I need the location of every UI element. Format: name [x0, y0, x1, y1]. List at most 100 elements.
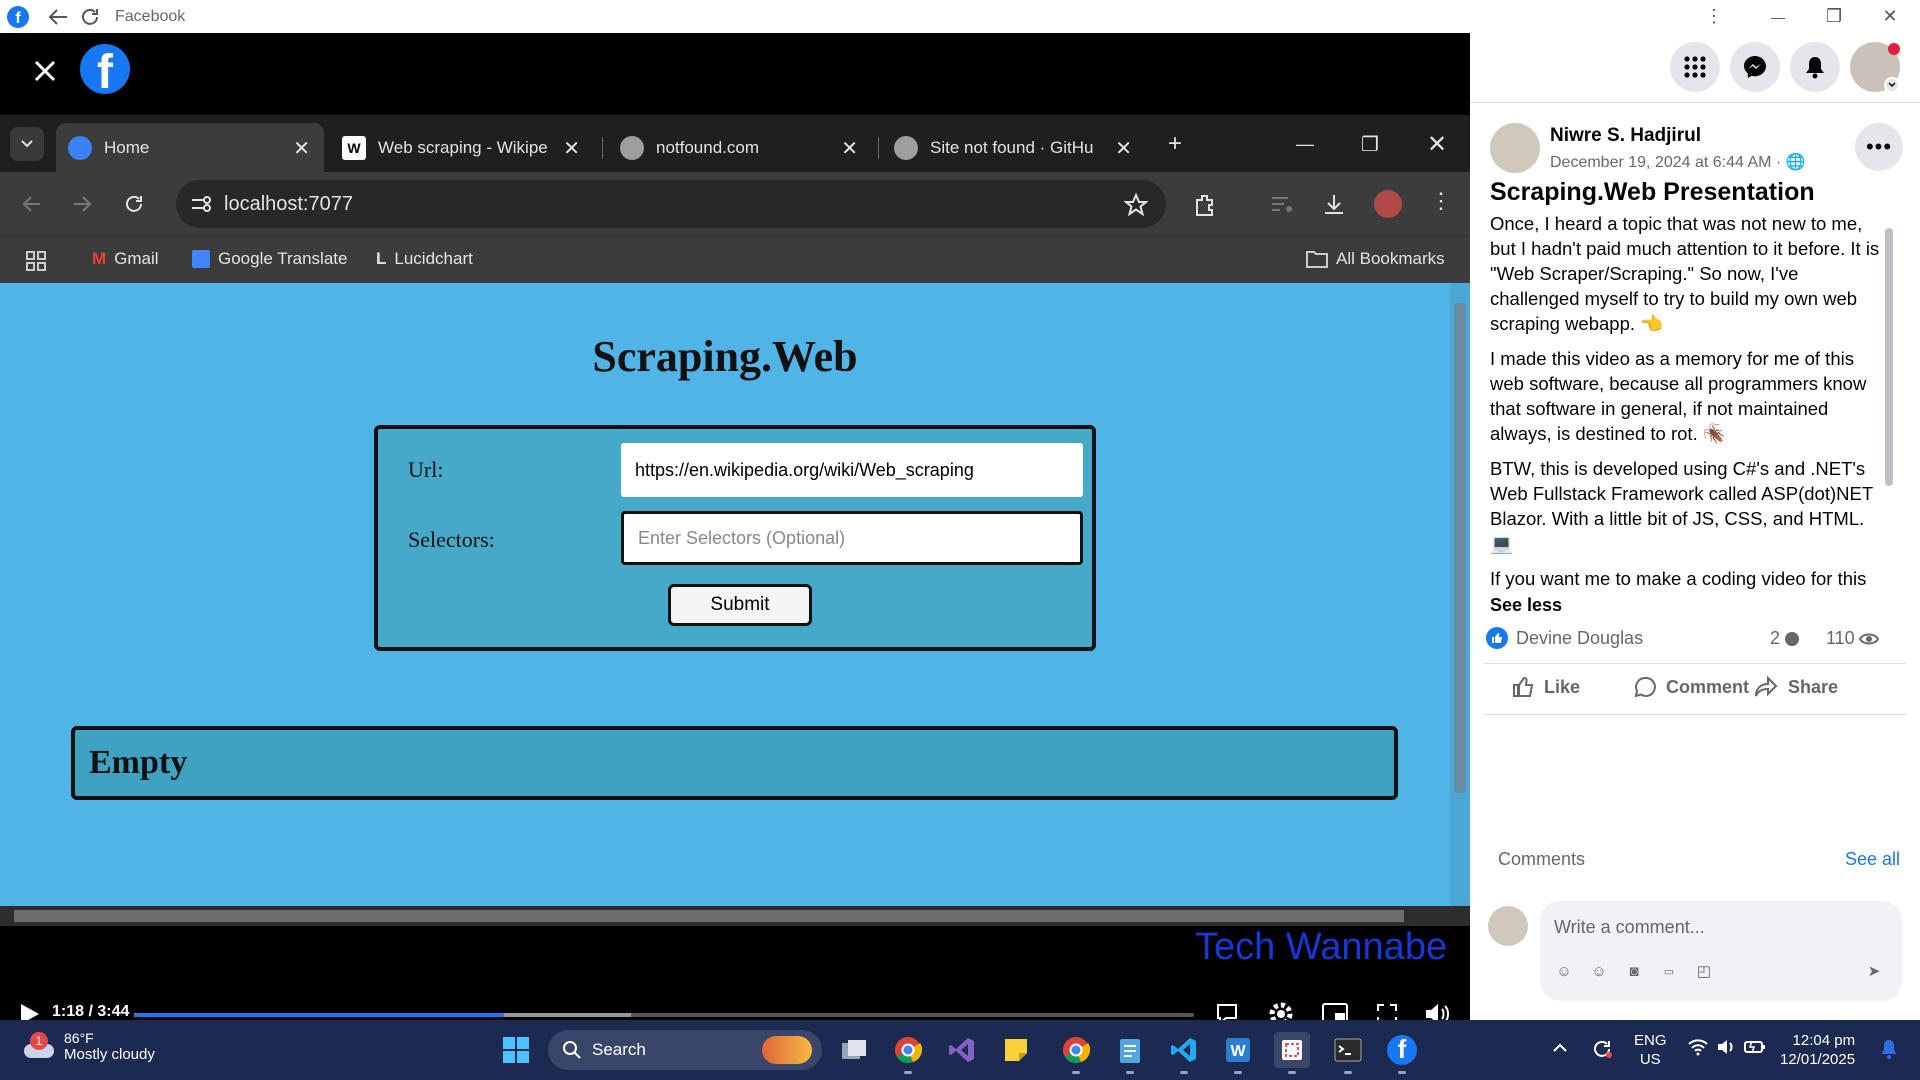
- bookmark-google-translate[interactable]: Google Translate: [192, 249, 347, 269]
- site-settings-icon[interactable]: [190, 194, 212, 214]
- url-input-value: https://en.wikipedia.org/wiki/Web_scrapi…: [635, 459, 974, 480]
- video-player[interactable]: f Home ✕ W Web scraping - Wikipe ✕ notfo…: [0, 33, 1470, 1026]
- bookmark-star-icon[interactable]: [1124, 193, 1148, 217]
- taskbar: 1 86°F Mostly cloudy Search W f ENG US 1…: [0, 1020, 1920, 1080]
- start-button[interactable]: [498, 1032, 534, 1068]
- close-tab-icon[interactable]: ✕: [563, 136, 580, 161]
- more-options-button[interactable]: ⋮: [1690, 0, 1738, 33]
- close-tab-icon[interactable]: ✕: [841, 136, 858, 161]
- new-tab-button[interactable]: +: [1160, 129, 1190, 159]
- browser-menu-icon[interactable]: ⋮: [1430, 188, 1452, 214]
- avatar-sticker-icon[interactable]: ☺: [1552, 959, 1576, 983]
- comment-input[interactable]: Write a comment... ☺ ☺ ◙ ▭ ◰ ➤: [1540, 901, 1902, 1001]
- post-author[interactable]: Niwre S. Hadjirul: [1550, 125, 1701, 147]
- notepad-app[interactable]: [1112, 1032, 1148, 1074]
- post-more-button[interactable]: •••: [1855, 123, 1903, 171]
- browser-tab-notfound[interactable]: notfound.com ✕: [608, 123, 872, 172]
- browser-close-button[interactable]: ✕: [1422, 129, 1452, 159]
- bookmark-gmail[interactable]: M Gmail: [92, 249, 159, 269]
- scrollbar-thumb[interactable]: [1454, 303, 1466, 793]
- submit-button[interactable]: Submit: [668, 584, 812, 626]
- clock[interactable]: 12:04 pm 12/01/2025: [1780, 1031, 1855, 1069]
- show-hidden-icons-button[interactable]: [1552, 1040, 1568, 1058]
- taskbar-search[interactable]: Search: [548, 1030, 822, 1070]
- address-bar[interactable]: localhost:7077: [176, 180, 1166, 228]
- browser-restore-button[interactable]: ❐: [1355, 129, 1385, 159]
- browser-profile-avatar[interactable]: [1374, 190, 1402, 218]
- browser-minimize-button[interactable]: —: [1290, 129, 1320, 159]
- facebook-app[interactable]: f: [1384, 1032, 1420, 1074]
- scrollbar-thumb[interactable]: [1885, 228, 1893, 486]
- download-icon[interactable]: [1322, 192, 1346, 216]
- sticky-notes-icon: [1005, 1039, 1027, 1061]
- comment-count[interactable]: 2: [1770, 628, 1800, 649]
- task-view-app[interactable]: [836, 1032, 872, 1068]
- author-avatar[interactable]: [1490, 123, 1540, 173]
- terminal-app[interactable]: [1330, 1032, 1366, 1074]
- word-app[interactable]: W: [1220, 1032, 1256, 1074]
- system-tray-icons[interactable]: [1688, 1038, 1766, 1056]
- browser-forward-icon[interactable]: [70, 192, 94, 216]
- chrome-profile-app[interactable]: [1058, 1032, 1094, 1074]
- emoji-icon[interactable]: ☺: [1587, 959, 1611, 983]
- terminal-icon: [1334, 1038, 1362, 1062]
- sticky-notes-app[interactable]: [998, 1032, 1034, 1068]
- menu-button[interactable]: [1670, 42, 1720, 92]
- language-indicator[interactable]: ENG US: [1634, 1031, 1667, 1069]
- browser-tab-github[interactable]: Site not found · GitHu ✕: [882, 123, 1146, 172]
- camera-icon[interactable]: ◙: [1622, 959, 1646, 983]
- tab-label: Site not found · GitHu: [930, 137, 1094, 157]
- scrollbar-thumb[interactable]: [14, 910, 1404, 922]
- restore-button[interactable]: ❐: [1810, 0, 1858, 33]
- sticker-icon[interactable]: ◰: [1692, 959, 1716, 983]
- see-less-link[interactable]: See less: [1490, 595, 1562, 616]
- gif-icon[interactable]: ▭: [1657, 959, 1681, 983]
- weather-widget[interactable]: 1 86°F Mostly cloudy: [22, 1030, 155, 1063]
- video-progress-bar[interactable]: [134, 1013, 1194, 1017]
- notifications-button[interactable]: [1790, 42, 1840, 92]
- sync-icon: [1594, 1040, 1612, 1058]
- page-horizontal-scrollbar[interactable]: [0, 906, 1470, 926]
- close-tab-icon[interactable]: ✕: [1115, 136, 1132, 161]
- all-bookmarks-folder[interactable]: All Bookmarks: [1306, 249, 1445, 269]
- snipping-tool-app[interactable]: [1274, 1032, 1310, 1074]
- browser-reload-icon[interactable]: [122, 192, 146, 216]
- sync-tray-icon[interactable]: [1590, 1037, 1614, 1066]
- messenger-button[interactable]: [1730, 42, 1780, 92]
- extensions-icon[interactable]: [1192, 192, 1218, 218]
- chrome-app[interactable]: [890, 1032, 926, 1074]
- vscode-icon: [1171, 1038, 1196, 1062]
- page-vertical-scrollbar[interactable]: [1450, 283, 1470, 906]
- media-controls-icon[interactable]: [1270, 194, 1294, 216]
- reactor-name[interactable]: Devine Douglas: [1516, 628, 1643, 649]
- browser-tab-home[interactable]: Home ✕: [56, 123, 324, 172]
- close-tab-icon[interactable]: ✕: [293, 136, 310, 161]
- send-icon[interactable]: ➤: [1862, 959, 1886, 983]
- post-date[interactable]: December 19, 2024 at 6:44 AM · 🌐: [1550, 152, 1806, 172]
- facebook-logo[interactable]: f: [80, 44, 130, 94]
- share-button[interactable]: Share: [1754, 676, 1838, 698]
- comment-button[interactable]: Comment: [1634, 676, 1749, 698]
- region-code: US: [1639, 1051, 1661, 1068]
- browser-back-icon[interactable]: [20, 192, 44, 216]
- close-window-button[interactable]: ✕: [1866, 0, 1914, 33]
- minimize-button[interactable]: —: [1754, 0, 1802, 33]
- tab-search-button[interactable]: [10, 127, 44, 161]
- apps-grid-icon[interactable]: [26, 251, 46, 271]
- notification-center-button[interactable]: [1880, 1038, 1898, 1065]
- url-input[interactable]: https://en.wikipedia.org/wiki/Web_scrapi…: [621, 443, 1083, 497]
- bookmark-lucidchart[interactable]: L Lucidchart: [376, 249, 473, 269]
- close-video-button[interactable]: [27, 53, 63, 89]
- visual-studio-app[interactable]: [944, 1032, 980, 1068]
- like-button[interactable]: Like: [1512, 676, 1580, 698]
- search-icon: [563, 1041, 581, 1059]
- reload-button[interactable]: [75, 2, 105, 32]
- browser-tab-wikipedia[interactable]: W Web scraping - Wikipe ✕: [330, 123, 594, 172]
- post-scrollbar[interactable]: [1882, 216, 1896, 616]
- back-button[interactable]: [43, 2, 73, 32]
- selectors-input[interactable]: Enter Selectors (Optional): [621, 511, 1083, 565]
- commenter-avatar[interactable]: [1488, 906, 1528, 946]
- chevron-down-icon[interactable]: [1884, 77, 1900, 93]
- vscode-app[interactable]: [1166, 1032, 1202, 1074]
- see-all-link[interactable]: See all: [1845, 849, 1900, 870]
